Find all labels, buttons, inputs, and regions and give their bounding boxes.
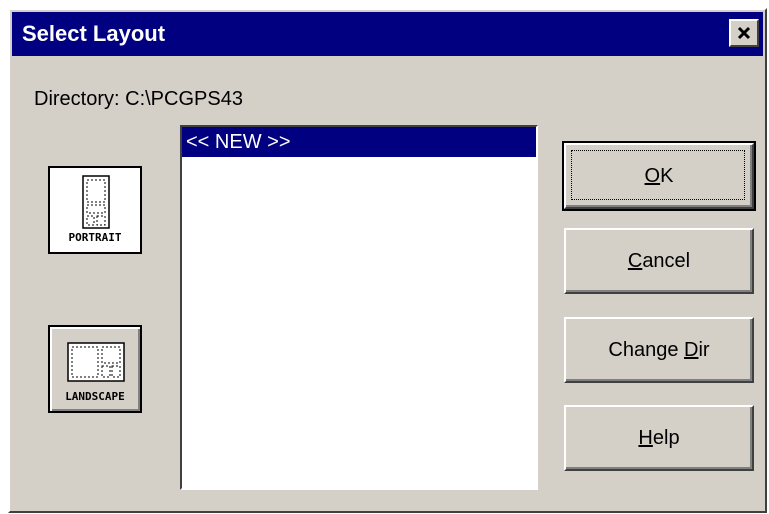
title-bar[interactable]: Select Layout [12, 12, 763, 56]
select-layout-dialog: Select Layout Directory: C:\PCGPS43 PORT… [8, 8, 767, 513]
cancel-button[interactable]: Cancel [564, 228, 754, 294]
close-icon [737, 26, 751, 40]
cancel-mnemonic: C [627, 249, 643, 272]
focus-rect [571, 150, 745, 200]
landscape-button[interactable]: LANDSCAPE [48, 325, 142, 413]
list-item[interactable]: << NEW >> [182, 127, 536, 157]
window-title: Select Layout [22, 21, 166, 46]
change-dir-button[interactable]: Change Dir [564, 317, 754, 383]
close-button[interactable] [729, 19, 759, 47]
portrait-button[interactable]: PORTRAIT [48, 166, 142, 254]
ok-button[interactable]: OK [562, 141, 756, 211]
help-mnemonic: H [638, 426, 653, 449]
portrait-page-icon [82, 175, 110, 229]
help-button[interactable]: Help [564, 405, 754, 471]
landscape-page-icon [67, 342, 125, 382]
layout-listbox[interactable]: << NEW >> [180, 125, 538, 490]
landscape-label: LANDSCAPE [65, 390, 125, 403]
change-dir-mnemonic: D [684, 338, 699, 361]
directory-label: Directory: C:\PCGPS43 [34, 88, 243, 110]
portrait-label: PORTRAIT [68, 231, 122, 244]
